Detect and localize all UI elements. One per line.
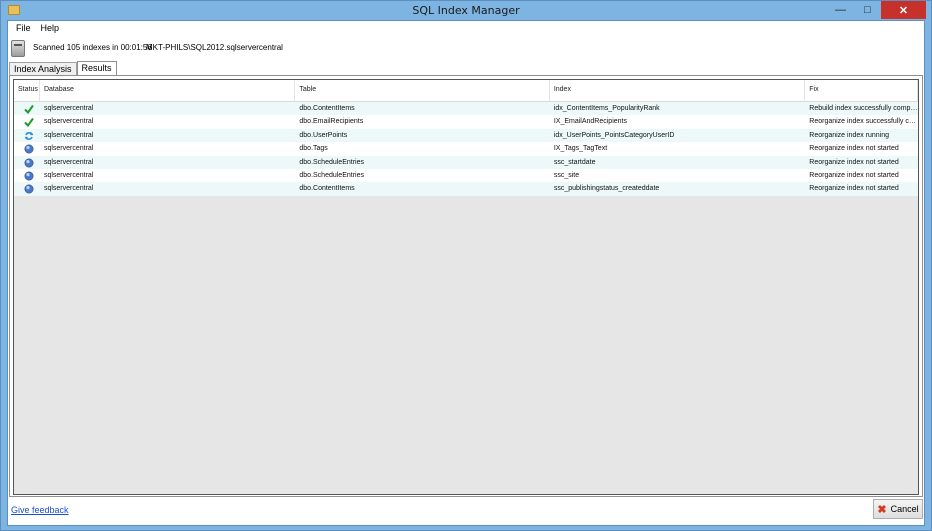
tab-strip: Index Analysis Results: [9, 61, 117, 76]
table-cell: dbo.UserPoints: [299, 131, 348, 139]
header-table[interactable]: Table: [295, 80, 550, 102]
fix-cell: Reorganize index not started: [809, 145, 899, 153]
table-cell: dbo.EmailRecipients: [299, 118, 364, 126]
maximize-icon[interactable]: □: [854, 1, 881, 19]
table-row[interactable]: sqlservercentral dbo.ScheduleEntries ssc_s…: [14, 168, 918, 183]
menu-bar: File Help: [8, 21, 924, 37]
title-bar[interactable]: SQL Index Manager — □ ✕: [1, 1, 931, 20]
table-row[interactable]: sqlservercentral dbo.UserPoints idx_UserPo…: [14, 128, 918, 143]
header-database[interactable]: Database: [40, 80, 296, 102]
table-row[interactable]: sqlservercentral dbo.Tags IX_Tags_TagText R…: [14, 142, 918, 156]
fix-cell: Rebuild index successfully completed: [809, 105, 919, 112]
running-icon: [18, 131, 40, 141]
table-cell: dbo.Tags: [299, 145, 328, 153]
fix-cell: Reorganize index not started: [809, 171, 899, 179]
table-cell: dbo.ScheduleEntries: [299, 171, 364, 179]
index-cell: ssc_site: [553, 171, 580, 179]
table-cell: dbo.ContentItems: [299, 105, 355, 112]
client-area: File Help Scanned 105 indexes in 00:01:5…: [7, 20, 925, 526]
index-cell: IX_EmailAndRecipients: [553, 118, 627, 126]
fix-cell: Reorganize index successfully comple...: [809, 118, 919, 126]
database-cell: sqlservercentral: [43, 131, 94, 139]
app-window: SQL Index Manager — □ ✕ File Help Scanne…: [0, 0, 932, 531]
grid-body: sqlservercentral dbo.ContentItems idx_Cont…: [14, 102, 918, 196]
cancel-label: Cancel: [890, 504, 919, 514]
index-cell: ssc_startdate: [553, 158, 596, 166]
results-grid[interactable]: Status Database Table Index Fix sqlserve…: [13, 79, 919, 495]
server-icon: [11, 40, 25, 57]
status-cell: [14, 142, 40, 155]
table-row[interactable]: sqlservercentral dbo.ContentItems ssc_publ…: [14, 182, 918, 196]
table-row[interactable]: sqlservercentral dbo.ContentItems idx_Cont…: [14, 102, 919, 116]
header-index[interactable]: Index: [550, 80, 806, 102]
fix-cell: Reorganize index not started: [809, 158, 899, 166]
menu-help[interactable]: Help: [36, 21, 65, 37]
table-row[interactable]: sqlservercentral dbo.ScheduleEntries ssc_s…: [14, 155, 918, 169]
header-status[interactable]: Status: [14, 80, 40, 102]
cancel-button[interactable]: ✖ Cancel: [873, 499, 923, 519]
tab-index-analysis[interactable]: Index Analysis: [9, 62, 77, 76]
window-title: SQL Index Manager: [412, 4, 520, 17]
give-feedback-link[interactable]: Give feedback: [11, 505, 69, 515]
table-row[interactable]: sqlservercentral dbo.EmailRecipients IX_Em…: [14, 115, 919, 129]
check-icon: [18, 117, 40, 128]
close-icon[interactable]: ✕: [881, 1, 926, 19]
window-controls: — □ ✕: [827, 1, 926, 19]
header-fix[interactable]: Fix: [805, 80, 918, 102]
pending-icon: [18, 171, 40, 181]
database-cell: sqlservercentral: [43, 185, 94, 193]
database-cell: sqlservercentral: [43, 158, 94, 166]
status-cell: [14, 182, 40, 195]
index-cell: IX_Tags_TagText: [553, 145, 608, 153]
fix-cell: Reorganize index running: [809, 131, 890, 139]
database-cell: sqlservercentral: [43, 118, 94, 126]
tab-results[interactable]: Results: [76, 61, 117, 76]
database-cell: sqlservercentral: [43, 145, 94, 153]
server-name: MKT-PHILS\SQL2012.sqlservercentral: [146, 43, 283, 52]
cancel-icon: ✖: [877, 503, 887, 516]
index-cell: idx_ContentItems_PopularityRank: [553, 105, 660, 112]
scan-summary: Scanned 105 indexes in 00:01:56: [33, 43, 152, 52]
pending-icon: [18, 184, 40, 194]
index-cell: idx_UserPoints_PointsCategoryUserID: [553, 131, 675, 139]
index-cell: ssc_publishingstatus_createddate: [553, 185, 660, 193]
results-panel: Status Database Table Index Fix sqlserve…: [9, 75, 923, 497]
fix-cell: Reorganize index not started: [809, 185, 899, 193]
menu-file[interactable]: File: [11, 21, 36, 37]
status-cell: [14, 115, 40, 128]
pending-icon: [18, 158, 40, 168]
table-cell: dbo.ScheduleEntries: [299, 158, 364, 166]
status-cell: [14, 156, 40, 169]
database-cell: sqlservercentral: [43, 171, 94, 179]
status-cell: [14, 102, 40, 115]
status-cell: [14, 169, 40, 182]
table-cell: dbo.ContentItems: [299, 185, 355, 193]
check-icon: [18, 104, 40, 114]
database-cell: sqlservercentral: [43, 105, 94, 112]
grid-header: Status Database Table Index Fix: [14, 80, 918, 102]
status-cell: [14, 129, 40, 142]
pending-icon: [18, 144, 40, 154]
info-bar: Scanned 105 indexes in 00:01:56 MKT-PHIL…: [8, 37, 924, 61]
minimize-icon[interactable]: —: [827, 1, 854, 19]
